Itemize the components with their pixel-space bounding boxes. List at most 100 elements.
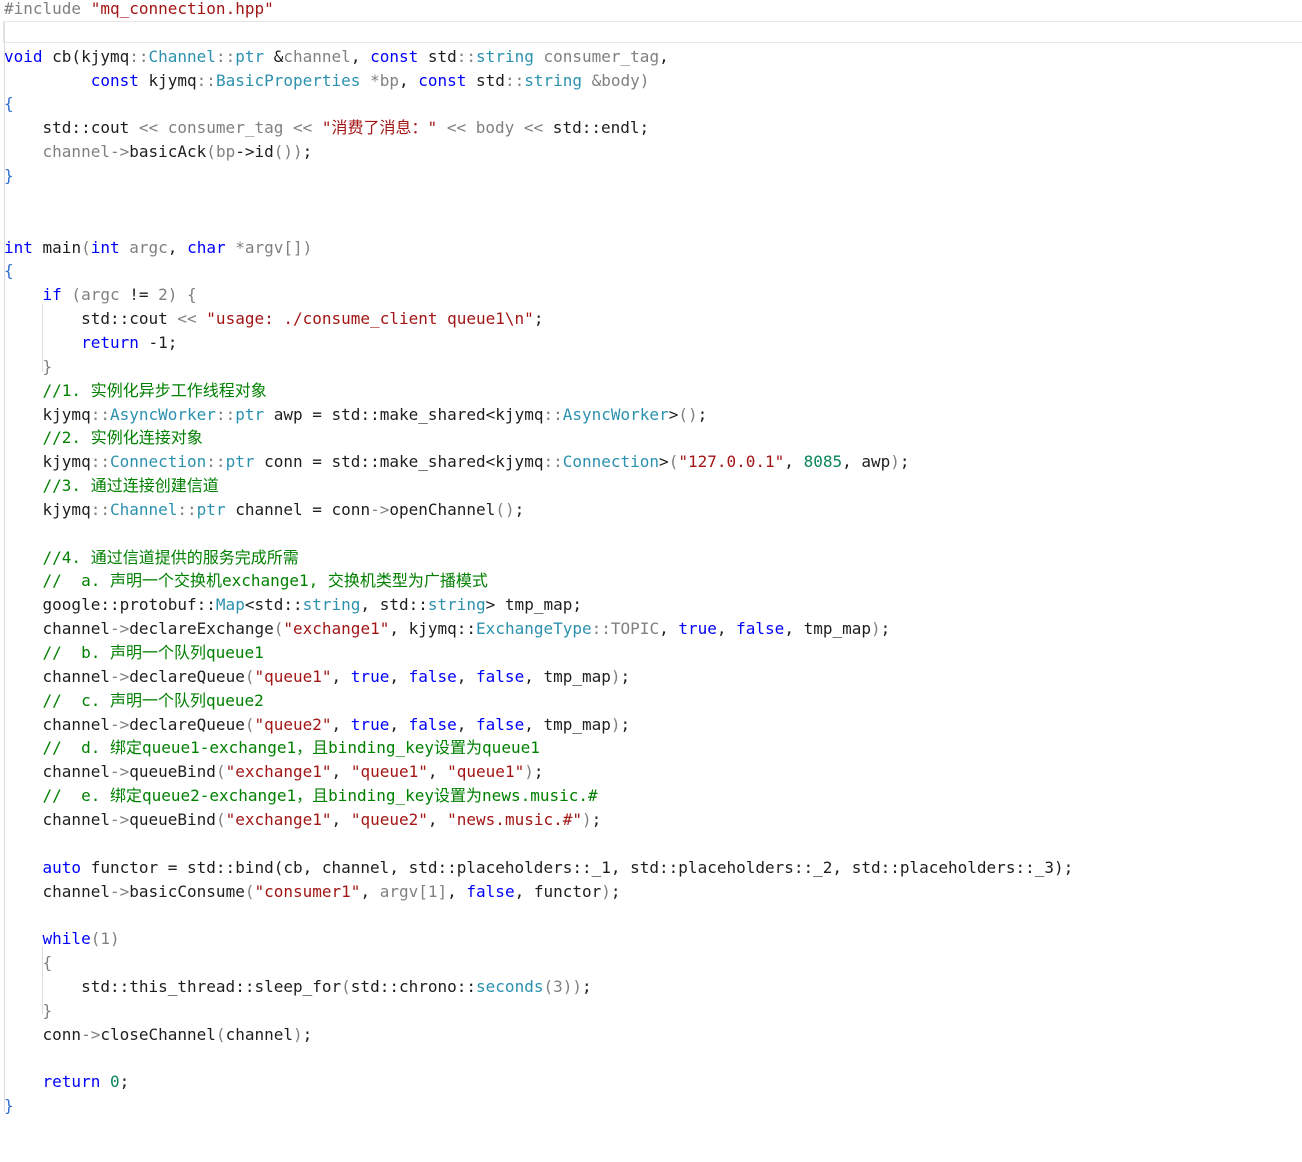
code-token: consumer_tag	[158, 118, 284, 138]
code-token: [])	[283, 237, 313, 257]
code-line[interactable]: while(1)	[4, 928, 120, 950]
code-token: string	[524, 70, 582, 90]
code-token: "queue2"	[350, 809, 428, 829]
code-line[interactable]: }	[4, 1000, 53, 1022]
code-token: ;	[880, 619, 891, 639]
code-token: <<	[523, 118, 544, 138]
code-token: string	[427, 595, 486, 615]
code-token: ->	[109, 619, 130, 639]
code-token: ,	[350, 46, 371, 66]
code-token: }	[4, 1000, 53, 1020]
code-line[interactable]: std::cout << "usage: ./consume_client qu…	[4, 308, 543, 330]
code-token: ;	[591, 809, 602, 829]
code-token: "exchange1"	[225, 809, 332, 829]
code-line[interactable]: return -1;	[4, 332, 177, 354]
code-line[interactable]: kjymq::Channel::ptr channel = conn->open…	[4, 499, 525, 521]
code-line[interactable]: channel->queueBind("exchange1", "queue1"…	[4, 761, 544, 783]
code-line[interactable]: std::this_thread::sleep_for(std::chrono:…	[4, 976, 592, 998]
code-token: ()	[678, 404, 698, 424]
code-token: , kjymq::	[389, 619, 477, 639]
code-line[interactable]: channel->declareQueue("queue1", true, fa…	[4, 666, 631, 688]
code-line[interactable]: // e. 绑定queue2-exchange1，且binding_key设置为…	[4, 785, 598, 807]
code-token: channel	[4, 714, 110, 734]
code-line[interactable]: //1. 实例化异步工作线程对象	[4, 380, 267, 402]
code-line[interactable]: }	[4, 1095, 14, 1117]
code-line[interactable]: channel->basicAck(bp->id());	[4, 141, 313, 163]
code-token: const	[418, 70, 467, 90]
code-line[interactable]: kjymq::Connection::ptr conn = std::make_…	[4, 451, 910, 473]
code-token: while	[4, 929, 91, 949]
code-line[interactable]: void cb(kjymq::Channel::ptr &channel, co…	[4, 46, 669, 68]
code-token: ;	[514, 499, 525, 519]
code-token: >	[668, 404, 679, 424]
code-token: )	[582, 809, 592, 829]
code-token: ::	[129, 46, 149, 66]
code-token: ::	[215, 46, 236, 66]
code-token: true	[350, 666, 390, 686]
code-token: 8085	[803, 452, 843, 472]
code-token: {	[4, 261, 14, 281]
code-token: )	[890, 452, 900, 472]
code-line[interactable]: {	[4, 260, 14, 282]
code-token: ;	[533, 762, 544, 782]
code-line[interactable]: conn->closeChannel(channel);	[4, 1024, 313, 1046]
code-line[interactable]: {	[4, 952, 53, 974]
code-token: ptr	[225, 452, 255, 472]
code-token: &	[264, 46, 284, 66]
code-token: (3))	[543, 976, 582, 996]
code-line[interactable]: }	[4, 356, 53, 378]
code-line[interactable]: channel->declareExchange("exchange1", kj…	[4, 618, 891, 640]
code-line[interactable]: {	[4, 93, 14, 115]
code-token: ;	[533, 309, 544, 329]
code-line[interactable]: auto functor = std::bind(cb, channel, st…	[4, 857, 1074, 879]
code-line[interactable]: if (argc != 2) {	[4, 284, 197, 306]
code-token: , functor	[514, 881, 602, 901]
code-line[interactable]: }	[4, 165, 14, 187]
code-line[interactable]: // a. 声明一个交换机exchange1, 交换机类型为广播模式	[4, 570, 488, 592]
code-token: ;	[302, 142, 313, 162]
code-line[interactable]: //4. 通过信道提供的服务完成所需	[4, 547, 299, 569]
code-token: bp	[215, 142, 236, 162]
code-token: (	[215, 809, 226, 829]
code-token: )	[610, 666, 621, 686]
code-token: <<	[446, 118, 467, 138]
code-line[interactable]: kjymq::AsyncWorker::ptr awp = std::make_…	[4, 404, 708, 426]
code-line[interactable]: channel->basicConsume("consumer1", argv[…	[4, 881, 621, 903]
code-line[interactable]: // b. 声明一个队列queue1	[4, 642, 264, 664]
code-line[interactable]: //3. 通过连接创建信道	[4, 475, 219, 497]
code-token: , tmp_map	[524, 714, 611, 734]
code-token: ()	[495, 499, 515, 519]
code-editor[interactable]: #include "mq_connection.hpp"void cb(kjym…	[0, 0, 1302, 1162]
code-token: false	[408, 714, 457, 734]
code-token: <<	[293, 118, 313, 138]
code-line[interactable]: std::cout << consumer_tag << "消费了消息：" <<…	[4, 117, 650, 139]
code-token: Connection	[562, 452, 660, 472]
code-line[interactable]: #include "mq_connection.hpp"	[4, 0, 274, 20]
code-line[interactable]: channel->queueBind("exchange1", "queue2"…	[4, 809, 602, 831]
code-token: ())	[273, 142, 303, 162]
code-token: ,	[360, 881, 380, 901]
code-token: Channel	[109, 499, 178, 519]
code-token: -1;	[138, 332, 178, 352]
code-line[interactable]: const kjymq::BasicProperties *bp, const …	[4, 70, 650, 92]
code-line[interactable]: channel->declareQueue("queue2", true, fa…	[4, 714, 631, 736]
code-line[interactable]: return 0;	[4, 1071, 130, 1093]
code-token: if	[4, 285, 62, 305]
code-token: consumer_tag	[533, 46, 660, 66]
code-token: ,	[447, 881, 467, 901]
code-token: main	[32, 237, 82, 257]
code-token: }	[4, 166, 14, 185]
code-line[interactable]: int main(int argc, char *argv[])	[4, 237, 312, 259]
code-line[interactable]: // c. 声明一个队列queue2	[4, 690, 264, 712]
code-token: ;	[119, 1072, 130, 1092]
code-line[interactable]: google::protobuf::Map<std::string, std::…	[4, 594, 582, 616]
code-token: #include	[4, 0, 91, 18]
code-line[interactable]: //2. 实例化连接对象	[4, 427, 203, 449]
code-token: }	[4, 356, 53, 376]
code-token: )	[524, 762, 534, 782]
code-token: {	[4, 94, 14, 114]
code-line[interactable]: // d. 绑定queue1-exchange1，且binding_key设置为…	[4, 737, 540, 759]
code-token: ::	[206, 452, 226, 472]
